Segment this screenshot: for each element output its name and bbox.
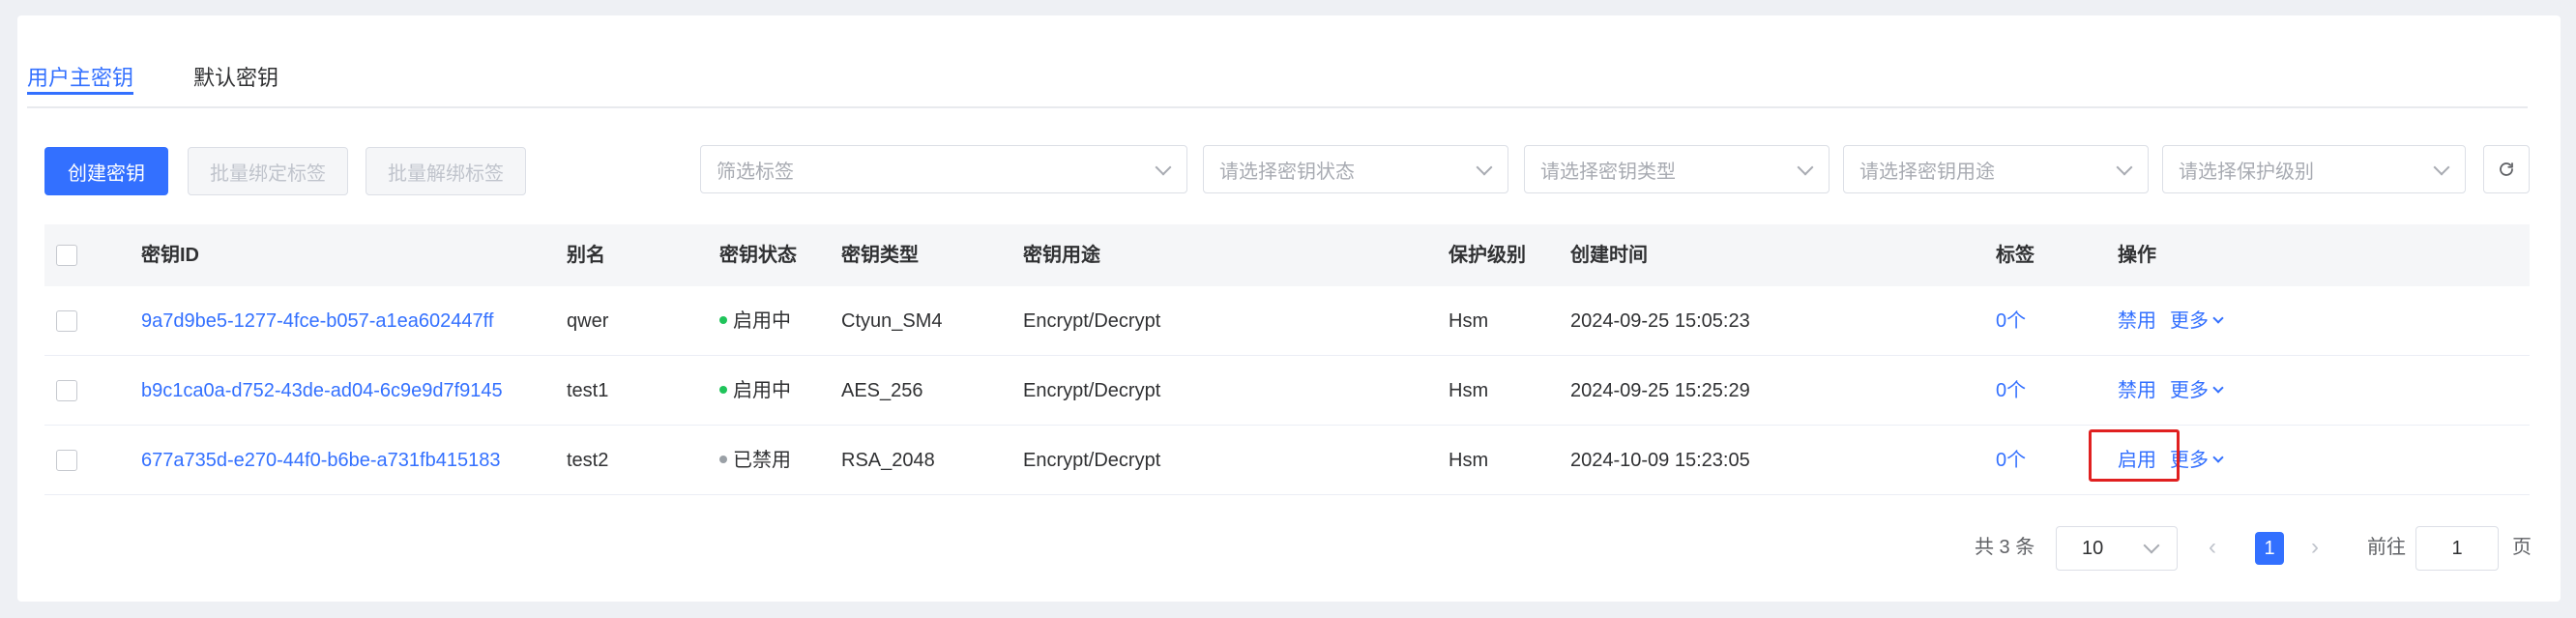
disable-button[interactable]: 禁用 xyxy=(2118,356,2156,426)
batch-unbind-tags-label: 批量解绑标签 xyxy=(388,162,504,185)
status-badge: 启用中 xyxy=(719,286,791,356)
next-page-button[interactable]: › xyxy=(2311,526,2319,569)
select-placeholder: 请选择密钥类型 xyxy=(1540,161,1676,183)
status-dot-icon xyxy=(719,455,727,463)
tags-link[interactable]: 0个 xyxy=(1996,356,2026,426)
column-header-usage: 密钥用途 xyxy=(1023,245,1100,266)
row-checkbox[interactable] xyxy=(56,380,77,401)
tag-filter-select[interactable]: 筛选标签 xyxy=(700,145,1187,193)
key-usage: Encrypt/Decrypt xyxy=(1023,380,1161,401)
status-dot-icon xyxy=(719,385,727,394)
tab-label: 用户主密钥 xyxy=(27,66,134,90)
table-row: b9c1ca0a-d752-43de-ad04-6c9e9d7f9145 tes… xyxy=(44,356,2530,426)
table-header: 密钥ID 别名 密钥状态 密钥类型 密钥用途 保护级别 创建时间 标签 操作 xyxy=(44,224,2530,286)
protection-level: Hsm xyxy=(1449,380,1489,401)
protection-level-select[interactable]: 请选择保护级别 xyxy=(2162,145,2466,193)
refresh-button[interactable] xyxy=(2483,145,2530,193)
goto-suffix: 页 xyxy=(2512,537,2532,558)
table-row: 677a735d-e270-44f0-b6be-a731fb415183 tes… xyxy=(44,426,2530,495)
key-status-select[interactable]: 请选择密钥状态 xyxy=(1203,145,1508,193)
active-tab-indicator xyxy=(27,92,133,95)
chevron-down-icon xyxy=(2433,159,2450,176)
key-type: Ctyun_SM4 xyxy=(841,310,943,332)
row-checkbox[interactable] xyxy=(56,310,77,332)
goto-label: 前往 xyxy=(2367,537,2406,558)
column-header-alias: 别名 xyxy=(567,245,605,266)
status-badge: 启用中 xyxy=(719,356,791,426)
select-placeholder: 请选择密钥用途 xyxy=(1859,161,1995,183)
key-id-link[interactable]: 677a735d-e270-44f0-b6be-a731fb415183 xyxy=(141,426,500,495)
create-key-label: 创建密钥 xyxy=(68,162,145,185)
tab-label: 默认密钥 xyxy=(193,66,279,90)
more-actions-dropdown[interactable]: 更多 xyxy=(2170,286,2224,356)
key-id-link[interactable]: b9c1ca0a-d752-43de-ad04-6c9e9d7f9145 xyxy=(141,356,503,426)
more-actions-dropdown[interactable]: 更多 xyxy=(2170,356,2224,426)
select-placeholder: 请选择保护级别 xyxy=(2179,161,2314,183)
goto-page-input[interactable]: 1 xyxy=(2415,526,2499,571)
chevron-down-icon xyxy=(2212,382,2224,394)
tab-bar: 用户主密钥 默认密钥 xyxy=(27,48,2528,108)
protection-level: Hsm xyxy=(1449,310,1489,332)
create-key-button[interactable]: 创建密钥 xyxy=(44,147,168,195)
chevron-down-icon xyxy=(1155,159,1172,176)
table-row: 9a7d9be5-1277-4fce-b057-a1ea602447ff qwe… xyxy=(44,286,2530,356)
key-alias: test1 xyxy=(567,380,609,401)
column-header-key-id: 密钥ID xyxy=(141,245,199,266)
page-number-button[interactable]: 1 xyxy=(2255,532,2284,565)
column-header-created: 创建时间 xyxy=(1570,245,1648,266)
select-placeholder: 筛选标签 xyxy=(717,161,794,183)
more-actions-dropdown[interactable]: 更多 xyxy=(2170,426,2224,495)
key-alias: test2 xyxy=(567,450,609,471)
chevron-down-icon xyxy=(1476,159,1493,176)
select-placeholder: 请选择密钥状态 xyxy=(1219,161,1355,183)
page-size-select[interactable]: 10 xyxy=(2056,526,2178,571)
column-header-actions: 操作 xyxy=(2118,245,2156,266)
batch-unbind-tags-button[interactable]: 批量解绑标签 xyxy=(366,147,526,195)
chevron-down-icon xyxy=(2212,312,2224,324)
key-id-link[interactable]: 9a7d9be5-1277-4fce-b057-a1ea602447ff xyxy=(141,286,493,356)
created-time: 2024-09-25 15:25:29 xyxy=(1570,380,1750,401)
prev-page-button[interactable]: ‹ xyxy=(2209,526,2216,569)
select-all-checkbox[interactable] xyxy=(56,245,77,266)
protection-level: Hsm xyxy=(1449,450,1489,471)
tags-link[interactable]: 0个 xyxy=(1996,426,2026,495)
tags-link[interactable]: 0个 xyxy=(1996,286,2026,356)
page-size-value: 10 xyxy=(2082,538,2104,559)
chevron-down-icon xyxy=(2143,537,2160,554)
key-type: AES_256 xyxy=(841,380,923,401)
status-text: 已禁用 xyxy=(733,450,791,471)
status-dot-icon xyxy=(719,315,727,324)
disable-button[interactable]: 禁用 xyxy=(2118,286,2156,356)
tab-user-master-keys[interactable]: 用户主密钥 xyxy=(27,64,134,95)
status-text: 启用中 xyxy=(733,310,791,332)
row-checkbox[interactable] xyxy=(56,450,77,471)
tab-default-keys[interactable]: 默认密钥 xyxy=(193,64,278,93)
chevron-down-icon xyxy=(2212,452,2224,463)
batch-bind-tags-label: 批量绑定标签 xyxy=(210,162,326,185)
batch-bind-tags-button[interactable]: 批量绑定标签 xyxy=(188,147,348,195)
chevron-down-icon xyxy=(2116,159,2133,176)
column-header-tags: 标签 xyxy=(1996,245,2034,266)
refresh-icon xyxy=(2500,162,2513,176)
key-type: RSA_2048 xyxy=(841,450,935,471)
key-type-select[interactable]: 请选择密钥类型 xyxy=(1524,145,1830,193)
more-label: 更多 xyxy=(2170,450,2209,471)
more-label: 更多 xyxy=(2170,380,2209,401)
column-header-type: 密钥类型 xyxy=(841,245,919,266)
more-label: 更多 xyxy=(2170,310,2209,332)
column-header-protection: 保护级别 xyxy=(1449,245,1526,266)
pagination-total: 共 3 条 xyxy=(1975,537,2035,558)
key-alias: qwer xyxy=(567,310,609,332)
key-usage: Encrypt/Decrypt xyxy=(1023,450,1161,471)
created-time: 2024-10-09 15:23:05 xyxy=(1570,450,1750,471)
chevron-down-icon xyxy=(1797,159,1814,176)
key-usage-select[interactable]: 请选择密钥用途 xyxy=(1843,145,2149,193)
created-time: 2024-09-25 15:05:23 xyxy=(1570,310,1750,332)
status-badge: 已禁用 xyxy=(719,426,791,495)
column-header-status: 密钥状态 xyxy=(719,245,797,266)
status-text: 启用中 xyxy=(733,380,791,401)
key-usage: Encrypt/Decrypt xyxy=(1023,310,1161,332)
enable-button[interactable]: 启用 xyxy=(2118,426,2156,495)
